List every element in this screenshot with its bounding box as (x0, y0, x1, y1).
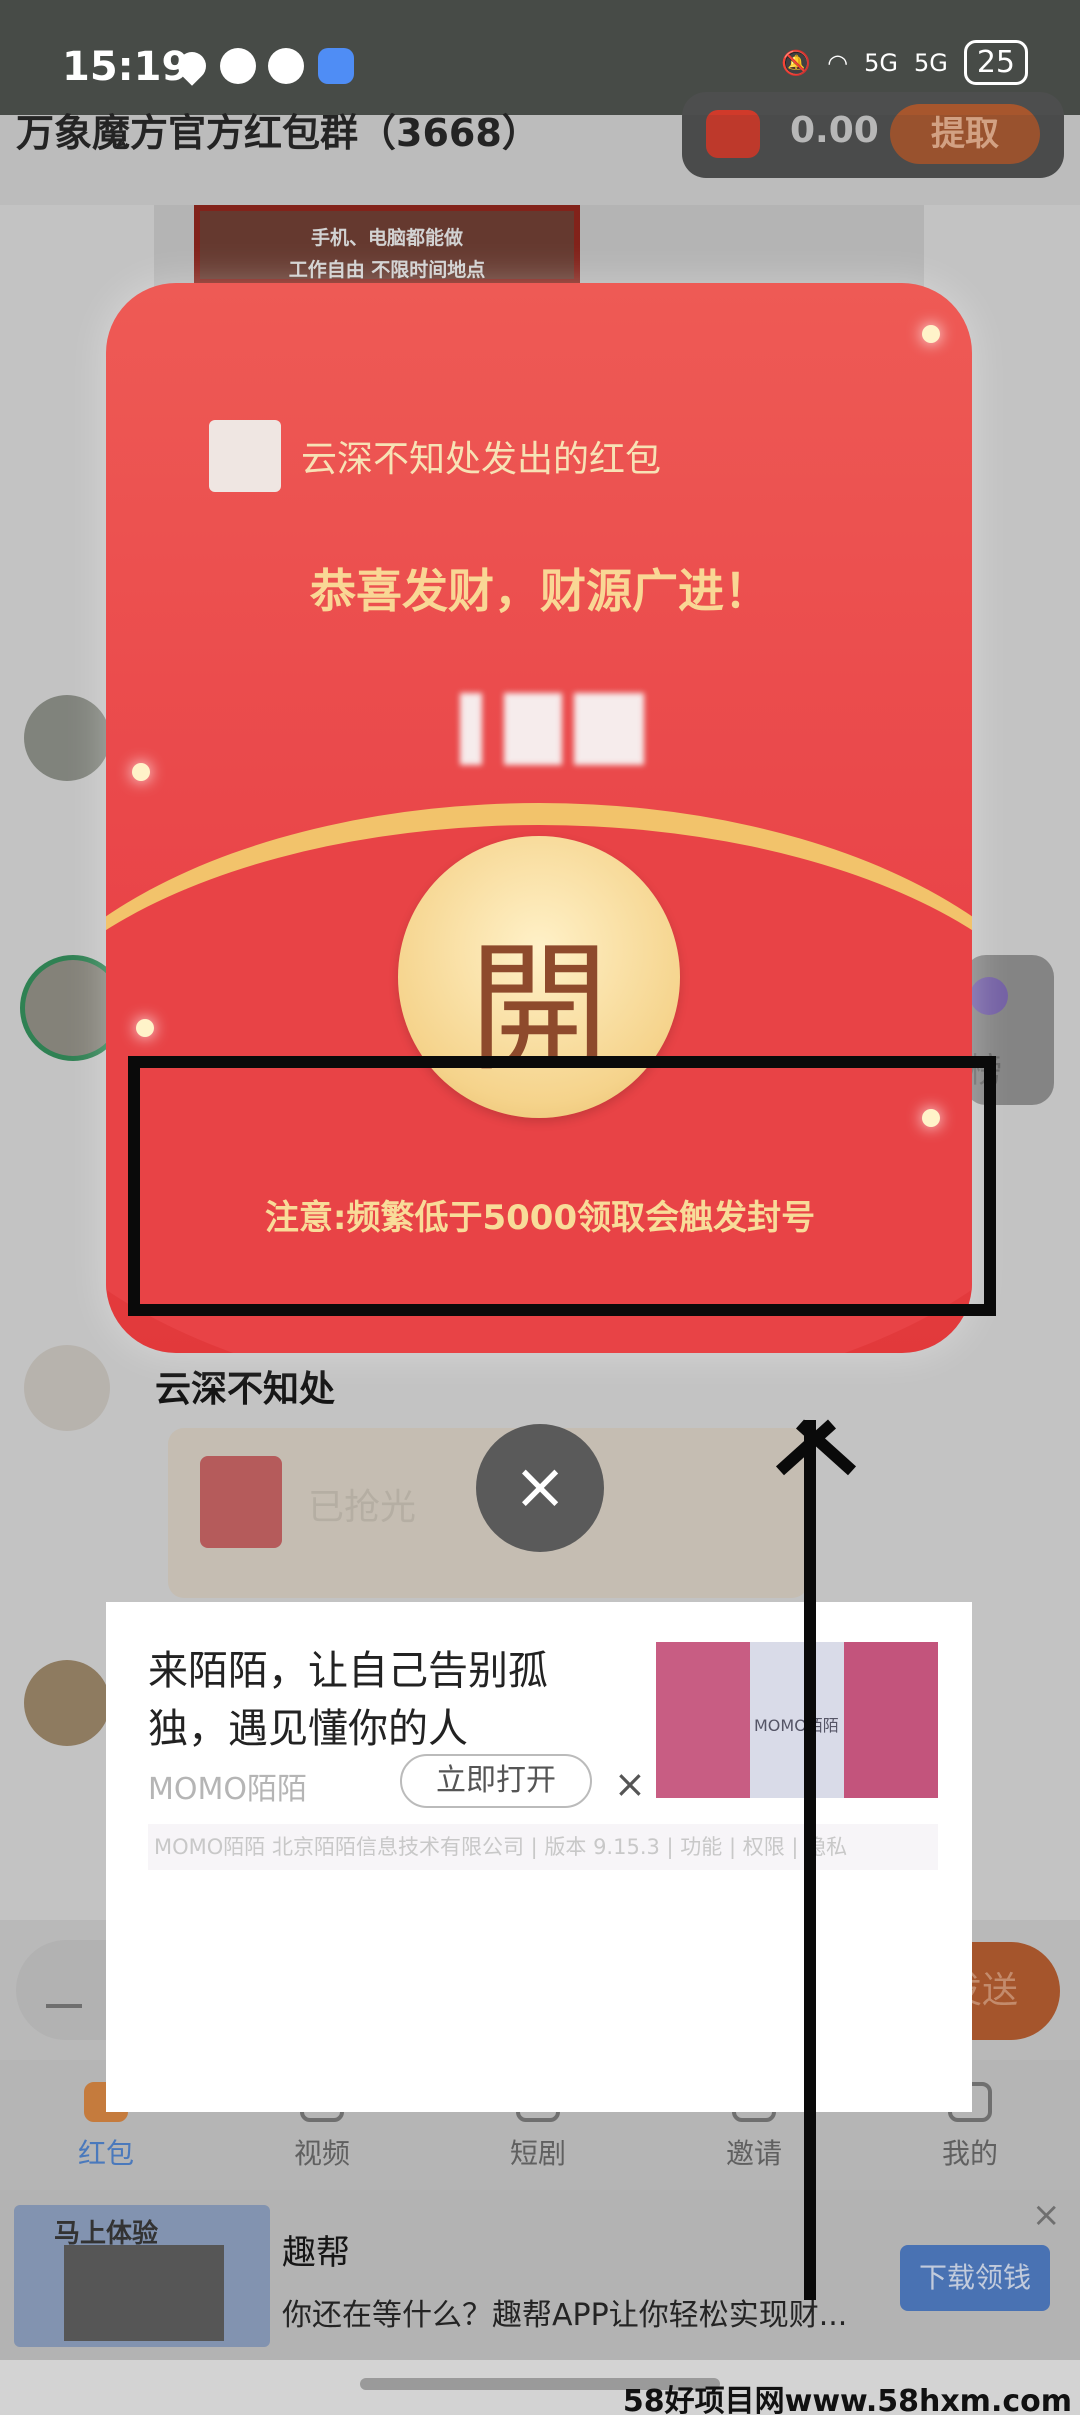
annotation-arrow (804, 1420, 816, 2300)
sender-avatar (209, 420, 281, 492)
ad-photo (656, 1642, 750, 1798)
annotation-highlight-box (128, 1056, 996, 1316)
momo-image-caption: MOMO陌陌 (754, 1716, 839, 1735)
momo-ad-title: 来陌陌，让自己告别孤独，遇见懂你的人 (148, 1648, 548, 1752)
momo-ad-dialog[interactable]: 来陌陌，让自己告别孤独，遇见懂你的人 MOMO陌陌 立即打开 × MOMO陌陌 … (106, 1602, 972, 2112)
sparkle-icon (136, 1019, 154, 1037)
ad-photo: MOMO陌陌 (750, 1642, 844, 1798)
watermark: 58好项目网www.58hxm.com (622, 2384, 1072, 2415)
message-notification-icon (318, 48, 354, 84)
momo-ad-images[interactable]: MOMO陌陌 (656, 1642, 938, 1798)
status-time: 15:19 (62, 44, 190, 90)
qq-notification-icon (220, 48, 256, 84)
sparkle-icon (132, 763, 150, 781)
blurred-amount (456, 693, 650, 765)
packet-greeting: 恭喜发财，财源广进！ (310, 564, 770, 618)
momo-brand: MOMO陌陌 (148, 1772, 307, 1807)
qq-notification-icon (268, 48, 304, 84)
wifi-icon: ◠ (827, 48, 849, 77)
momo-app-info: MOMO陌陌 北京陌陌信息技术有限公司 | 版本 9.15.3 | 功能 | 权… (148, 1824, 938, 1870)
ad-photo (844, 1642, 938, 1798)
open-app-button[interactable]: 立即打开 (400, 1754, 592, 1808)
battery-level: 25 (963, 40, 1028, 85)
packet-sender-text: 云深不知处发出的红包 (301, 439, 662, 480)
signal-5g-1: 5G (864, 48, 898, 77)
status-indicators: 🔕 ◠ 5G 5G 25 (781, 40, 1028, 85)
close-icon[interactable]: × (476, 1424, 604, 1552)
signal-5g-2: 5G (913, 48, 948, 77)
packet-sender: 云深不知处发出的红包 (209, 420, 661, 492)
mute-icon: 🔕 (781, 48, 812, 77)
sparkle-icon (922, 325, 940, 343)
momo-close-icon[interactable]: × (614, 1762, 646, 1806)
